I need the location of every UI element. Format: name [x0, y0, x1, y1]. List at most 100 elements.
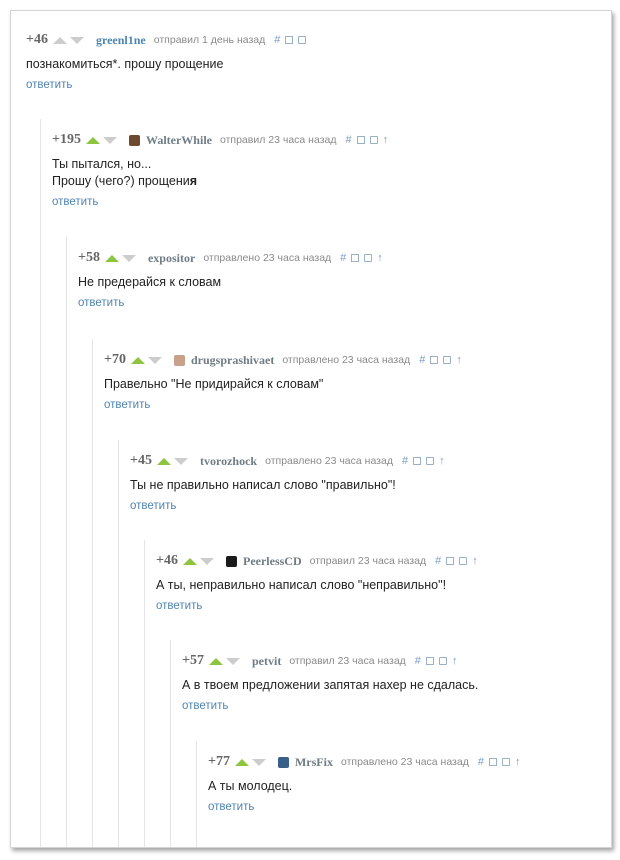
thread-rail: [40, 119, 41, 847]
comment-bold-char: я: [189, 174, 198, 188]
reply-link[interactable]: ответить: [104, 399, 150, 411]
comment: +46 PeerlessCD отправил 23 часа назад # …: [156, 552, 483, 614]
save-icon[interactable]: [459, 557, 468, 565]
user-avatar[interactable]: [128, 134, 140, 146]
comment-rating: +46: [26, 32, 48, 47]
comment-body: Не предерайся к словам: [78, 274, 388, 291]
save-icon[interactable]: [501, 758, 510, 766]
vote-down-icon[interactable]: [199, 557, 214, 565]
parent-comment-link[interactable]: ↑: [439, 455, 445, 467]
reply-link[interactable]: ответить: [208, 801, 254, 813]
comment-body: Ты пытался, но... Прошу (чего?) прощения: [52, 156, 393, 190]
comment-line: Ты не правильно написал слово "правильно…: [130, 478, 396, 492]
vote-up-icon[interactable]: [130, 356, 145, 364]
thread-rail: [196, 741, 197, 847]
comment-rating: +57: [182, 653, 204, 668]
comment-tools: # ↑: [340, 252, 388, 264]
comment-author[interactable]: drugsprashivaet: [191, 353, 274, 368]
reply-link[interactable]: ответить: [52, 196, 98, 208]
comment-rating: +70: [104, 352, 126, 367]
collapse-icon[interactable]: [446, 557, 455, 565]
reply-link[interactable]: ответить: [130, 500, 176, 512]
vote-up-icon[interactable]: [208, 657, 223, 665]
comment-rating: +58: [78, 250, 100, 265]
reply-link[interactable]: ответить: [182, 700, 228, 712]
comment-author[interactable]: MrsFix: [295, 755, 333, 770]
parent-comment-link[interactable]: ↑: [383, 134, 389, 146]
permalink-icon[interactable]: #: [402, 455, 408, 467]
comment-body: А ты молодец.: [208, 778, 525, 795]
comment-line: А ты, неправильно написал слово "неправи…: [156, 578, 447, 592]
parent-comment-link[interactable]: ↑: [377, 252, 383, 264]
save-icon[interactable]: [426, 457, 435, 465]
vote-down-icon[interactable]: [121, 254, 136, 262]
comment-author[interactable]: WalterWhile: [146, 133, 212, 148]
parent-comment-link[interactable]: ↑: [515, 756, 521, 768]
comment-tools: # ↑: [415, 655, 463, 667]
collapse-icon[interactable]: [356, 136, 365, 144]
collapse-icon[interactable]: [413, 457, 422, 465]
vote-down-icon[interactable]: [173, 457, 188, 465]
comment-author[interactable]: petvit: [252, 654, 281, 669]
permalink-icon[interactable]: #: [340, 252, 346, 264]
comment: +58 expositor отправлено 23 часа назад #…: [78, 249, 388, 311]
permalink-icon[interactable]: #: [274, 34, 280, 46]
collapse-icon[interactable]: [351, 254, 360, 262]
comment-timestamp: отправлено 23 часа назад: [203, 252, 332, 264]
vote-up-icon[interactable]: [234, 758, 249, 766]
permalink-icon[interactable]: #: [415, 655, 421, 667]
collapse-icon[interactable]: [430, 356, 439, 364]
comment-header: +45 tvorozhock отправлено 23 часа назад …: [130, 452, 450, 470]
comment-tools: # ↑: [419, 354, 467, 366]
vote-up-icon[interactable]: [182, 557, 197, 565]
comment-body: А ты, неправильно написал слово "неправи…: [156, 577, 483, 594]
user-avatar[interactable]: [173, 354, 185, 366]
comment-tools: # ↑: [478, 756, 526, 768]
save-icon[interactable]: [298, 36, 307, 44]
vote-down-icon[interactable]: [225, 657, 240, 665]
user-avatar[interactable]: [225, 555, 237, 567]
reply-link[interactable]: ответить: [26, 79, 72, 91]
vote-down-icon[interactable]: [69, 36, 84, 44]
comment-line: Не предерайся к словам: [78, 275, 222, 289]
reply-link[interactable]: ответить: [78, 297, 124, 309]
collapse-icon[interactable]: [425, 657, 434, 665]
comment-line: познакомиться*. прошу прощение: [26, 57, 224, 71]
thread-rail: [170, 640, 171, 847]
parent-comment-link[interactable]: ↑: [456, 354, 462, 366]
parent-comment-link[interactable]: ↑: [472, 555, 478, 567]
comment-author[interactable]: PeerlessCD: [243, 554, 302, 569]
comment-author[interactable]: greenl1ne: [96, 33, 146, 48]
comment-body: познакомиться*. прошу прощение: [26, 56, 311, 73]
permalink-icon[interactable]: #: [435, 555, 441, 567]
thread-rail: [144, 540, 145, 847]
permalink-icon[interactable]: #: [345, 134, 351, 146]
vote-down-icon[interactable]: [102, 136, 117, 144]
comment-author[interactable]: tvorozhock: [200, 454, 257, 469]
thread-rail: [66, 237, 67, 847]
vote-up-icon[interactable]: [104, 254, 119, 262]
reply-link[interactable]: ответить: [156, 600, 202, 612]
comment-tools: #: [274, 34, 311, 46]
vote-down-icon[interactable]: [147, 356, 162, 364]
permalink-icon[interactable]: #: [419, 354, 425, 366]
save-icon[interactable]: [364, 254, 373, 262]
thread-rail: [92, 339, 93, 847]
save-icon[interactable]: [438, 657, 447, 665]
parent-comment-link[interactable]: ↑: [452, 655, 458, 667]
collapse-icon[interactable]: [285, 36, 294, 44]
comment-author[interactable]: expositor: [148, 251, 195, 266]
comment-rating: +77: [208, 754, 230, 769]
comment-thread: +46 greenl1ne отправил 1 день назад # по…: [10, 10, 612, 848]
vote-up-icon[interactable]: [85, 136, 100, 144]
collapse-icon[interactable]: [488, 758, 497, 766]
comment: +195 WalterWhile отправил 23 часа назад …: [52, 131, 393, 210]
permalink-icon[interactable]: #: [478, 756, 484, 768]
user-avatar[interactable]: [277, 756, 289, 768]
vote-down-icon[interactable]: [251, 758, 266, 766]
vote-up-icon[interactable]: [156, 457, 171, 465]
comment: +46 greenl1ne отправил 1 день назад # по…: [26, 31, 311, 93]
vote-up-icon[interactable]: [52, 36, 67, 44]
save-icon[interactable]: [369, 136, 378, 144]
save-icon[interactable]: [443, 356, 452, 364]
